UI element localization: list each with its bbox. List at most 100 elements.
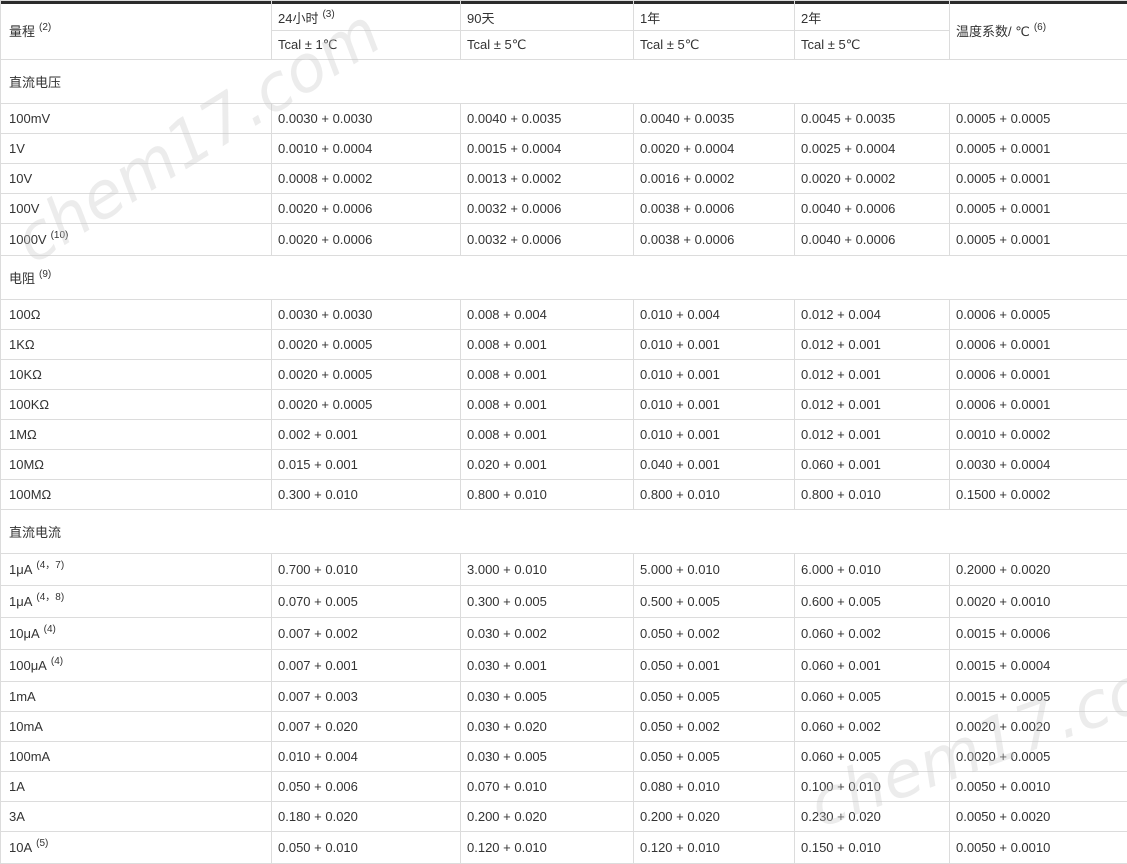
range-value: 1000V — [9, 232, 47, 247]
range-header-label: 量程 — [9, 24, 35, 39]
range-cell: 1A — [1, 772, 272, 802]
accuracy-cell: 0.050 + 0.005 — [634, 682, 795, 712]
table-row: 100mA0.010 + 0.0040.030 + 0.0050.050 + 0… — [1, 742, 1127, 772]
range-value: 10A — [9, 840, 32, 855]
accuracy-cell: 0.070 + 0.010 — [461, 772, 634, 802]
accuracy-cell: 0.0030 + 0.0030 — [272, 300, 461, 330]
table-row: 10μA(4)0.007 + 0.0020.030 + 0.0020.050 +… — [1, 618, 1127, 650]
accuracy-cell: 0.007 + 0.003 — [272, 682, 461, 712]
accuracy-cell: 0.020 + 0.001 — [461, 450, 634, 480]
accuracy-cell: 0.002 + 0.001 — [272, 420, 461, 450]
table-row: 100V0.0020 + 0.00060.0032 + 0.00060.0038… — [1, 194, 1127, 224]
range-value: 1MΩ — [9, 427, 37, 442]
temp-coeff-cell: 0.0050 + 0.0010 — [950, 772, 1127, 802]
range-cell: 10μA(4) — [1, 618, 272, 650]
table-row: 10V0.0008 + 0.00020.0013 + 0.00020.0016 … — [1, 164, 1127, 194]
accuracy-cell: 0.010 + 0.001 — [634, 390, 795, 420]
range-value: 10μA — [9, 626, 40, 641]
accuracy-cell: 0.0025 + 0.0004 — [795, 134, 950, 164]
accuracy-cell: 0.0016 + 0.0002 — [634, 164, 795, 194]
section-header-row: 直流电压 — [1, 60, 1127, 104]
accuracy-cell: 0.050 + 0.010 — [272, 832, 461, 864]
accuracy-cell: 0.0040 + 0.0035 — [461, 104, 634, 134]
section-note: (9) — [39, 269, 51, 280]
accuracy-cell: 0.030 + 0.005 — [461, 682, 634, 712]
range-value: 100Ω — [9, 307, 40, 322]
temp-coeff-cell: 0.0015 + 0.0006 — [950, 618, 1127, 650]
accuracy-cell: 0.060 + 0.005 — [795, 682, 950, 712]
temp-coeff-cell: 0.0005 + 0.0005 — [950, 104, 1127, 134]
table-row: 1MΩ0.002 + 0.0010.008 + 0.0010.010 + 0.0… — [1, 420, 1127, 450]
accuracy-cell: 0.180 + 0.020 — [272, 802, 461, 832]
temp-coeff-cell: 0.0010 + 0.0002 — [950, 420, 1127, 450]
accuracy-cell: 0.007 + 0.020 — [272, 712, 461, 742]
range-value: 1A — [9, 779, 25, 794]
period-header-2y: 2年 — [795, 1, 950, 31]
accuracy-cell: 0.0010 + 0.0004 — [272, 134, 461, 164]
accuracy-cell: 0.007 + 0.001 — [272, 650, 461, 682]
range-value: 100mV — [9, 111, 50, 126]
range-cell: 100mV — [1, 104, 272, 134]
accuracy-cell: 0.030 + 0.020 — [461, 712, 634, 742]
accuracy-cell: 3.000 + 0.010 — [461, 554, 634, 586]
temp-coeff-cell: 0.0005 + 0.0001 — [950, 164, 1127, 194]
accuracy-cell: 0.050 + 0.002 — [634, 618, 795, 650]
temp-coeff-cell: 0.0020 + 0.0020 — [950, 712, 1127, 742]
temp-coeff-cell: 0.0006 + 0.0001 — [950, 360, 1127, 390]
table-row: 1mA 0.007 + 0.0030.030 + 0.0050.050 + 0.0… — [1, 682, 1127, 712]
period-label: 24小时 — [278, 11, 318, 26]
temp-coeff-cell: 0.0050 + 0.0020 — [950, 802, 1127, 832]
range-cell: 10V — [1, 164, 272, 194]
accuracy-cell: 0.100 + 0.010 — [795, 772, 950, 802]
range-value: 1KΩ — [9, 337, 35, 352]
temp-coeff-cell: 0.0015 + 0.0005 — [950, 682, 1127, 712]
header-row-periods: 量程(2) 24小时(3) 90天 1年 2年 温度系数/ ℃(6) — [1, 1, 1127, 31]
section-title-cell: 直流电压 — [1, 60, 1127, 104]
accuracy-cell: 0.0040 + 0.0006 — [795, 224, 950, 256]
accuracy-cell: 0.300 + 0.005 — [461, 586, 634, 618]
accuracy-cell: 0.0020 + 0.0005 — [272, 330, 461, 360]
accuracy-cell: 0.050 + 0.001 — [634, 650, 795, 682]
table-body: 量程(2) 24小时(3) 90天 1年 2年 温度系数/ ℃(6) Tcal … — [1, 1, 1127, 864]
accuracy-cell: 0.0045 + 0.0035 — [795, 104, 950, 134]
accuracy-cell: 0.030 + 0.005 — [461, 742, 634, 772]
accuracy-cell: 0.120 + 0.010 — [634, 832, 795, 864]
accuracy-cell: 0.500 + 0.005 — [634, 586, 795, 618]
range-note: (4，7) — [36, 560, 64, 571]
accuracy-cell: 0.050 + 0.005 — [634, 742, 795, 772]
range-header-note: (2) — [39, 22, 51, 33]
section-title-cell: 电阻(9) — [1, 256, 1127, 300]
range-value: 100mA — [9, 749, 50, 764]
accuracy-cell: 0.0040 + 0.0035 — [634, 104, 795, 134]
table-row: 100μA(4)0.007 + 0.0010.030 + 0.0010.050 … — [1, 650, 1127, 682]
accuracy-cell: 0.007 + 0.002 — [272, 618, 461, 650]
accuracy-cell: 0.060 + 0.001 — [795, 450, 950, 480]
accuracy-cell: 0.0020 + 0.0005 — [272, 390, 461, 420]
range-note: (10) — [51, 230, 69, 241]
period-header-90d: 90天 — [461, 1, 634, 31]
accuracy-cell: 0.008 + 0.001 — [461, 330, 634, 360]
accuracy-cell: 0.060 + 0.005 — [795, 742, 950, 772]
accuracy-cell: 0.0020 + 0.0002 — [795, 164, 950, 194]
period-label: 2年 — [801, 11, 821, 26]
range-value: 1μA — [9, 594, 32, 609]
accuracy-cell: 0.700 + 0.010 — [272, 554, 461, 586]
table-row: 100MΩ0.300 + 0.0100.800 + 0.0100.800 + 0… — [1, 480, 1127, 510]
accuracy-cell: 6.000 + 0.010 — [795, 554, 950, 586]
accuracy-cell: 0.010 + 0.001 — [634, 330, 795, 360]
temp-coeff-cell: 0.1500 + 0.0002 — [950, 480, 1127, 510]
accuracy-cell: 0.008 + 0.001 — [461, 420, 634, 450]
accuracy-cell: 0.012 + 0.001 — [795, 390, 950, 420]
accuracy-cell: 0.0032 + 0.0006 — [461, 194, 634, 224]
table-row: 10mA0.007 + 0.0200.030 + 0.0200.050 + 0.… — [1, 712, 1127, 742]
table-row: 100Ω0.0030 + 0.00300.008 + 0.0040.010 + … — [1, 300, 1127, 330]
accuracy-cell: 0.0032 + 0.0006 — [461, 224, 634, 256]
temp-coeff-cell: 0.0005 + 0.0001 — [950, 194, 1127, 224]
accuracy-cell: 0.120 + 0.010 — [461, 832, 634, 864]
range-value: 100μA — [9, 658, 47, 673]
accuracy-cell: 0.300 + 0.010 — [272, 480, 461, 510]
section-header-row: 直流电流 — [1, 510, 1127, 554]
range-cell: 1mA — [1, 682, 272, 712]
accuracy-cell: 0.030 + 0.002 — [461, 618, 634, 650]
range-value: 1mA — [9, 689, 36, 704]
